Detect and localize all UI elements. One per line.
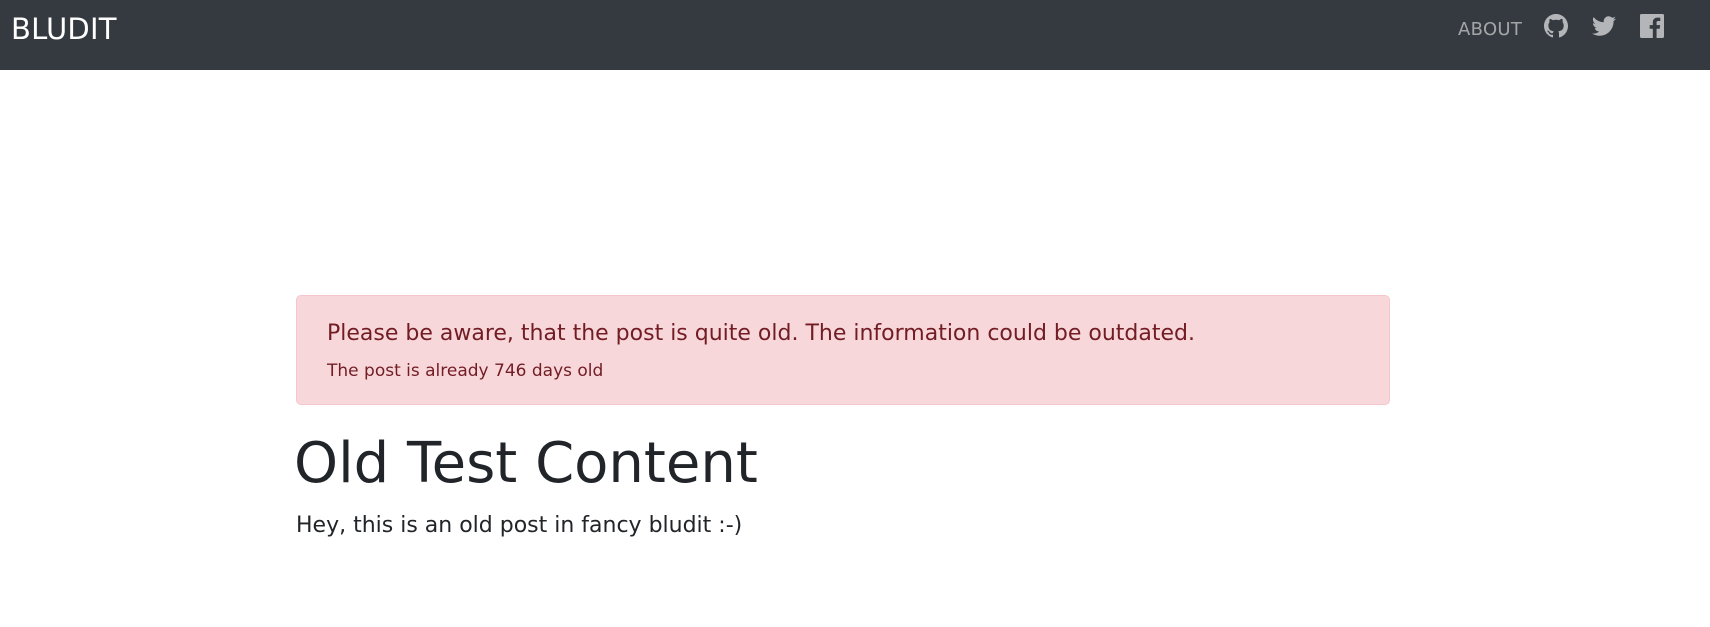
nav-link-about[interactable]: ABOUT: [1458, 19, 1522, 41]
post-body: Hey, this is an old post in fancy bludit…: [296, 513, 743, 538]
github-icon[interactable]: [1544, 14, 1568, 38]
top-navbar: BLUDIT ABOUT: [0, 0, 1710, 70]
facebook-icon[interactable]: [1640, 14, 1664, 38]
alert-post-age: The post is already 746 days old: [327, 361, 604, 381]
post-title: Old Test Content: [294, 431, 758, 496]
site-brand-link[interactable]: BLUDIT: [11, 13, 117, 45]
twitter-icon[interactable]: [1592, 14, 1616, 38]
alert-heading: Please be aware, that the post is quite …: [327, 321, 1195, 346]
outdated-post-alert: Please be aware, that the post is quite …: [296, 295, 1390, 405]
